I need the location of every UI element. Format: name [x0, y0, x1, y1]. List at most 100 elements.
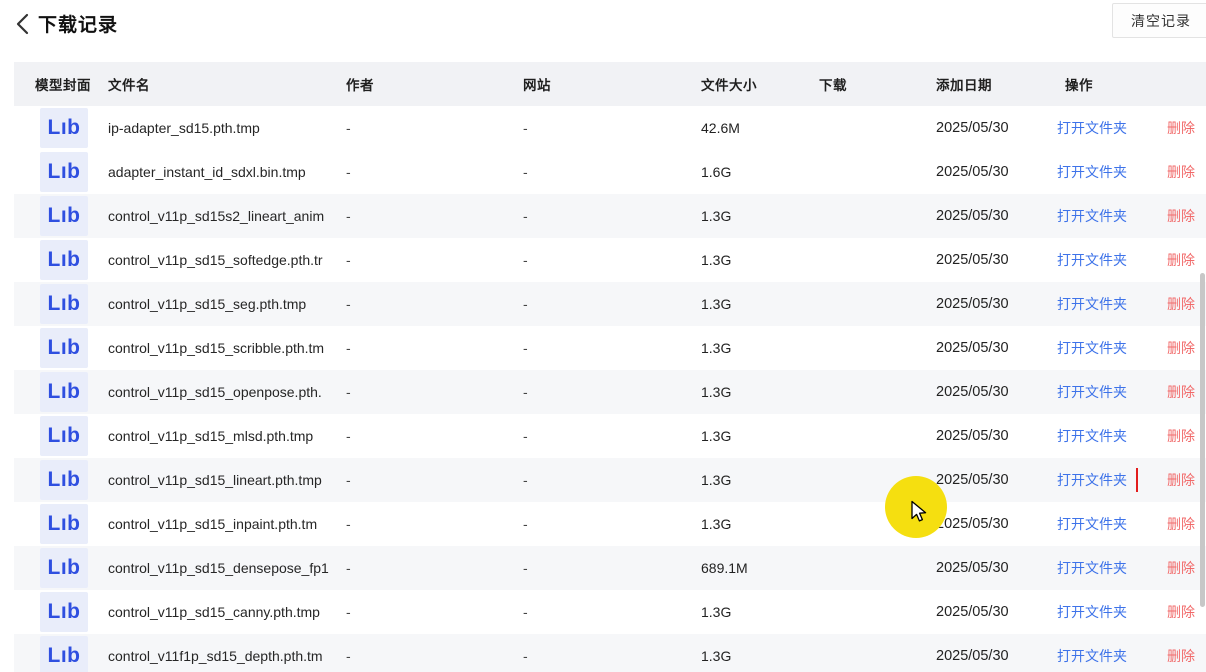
open-folder-link[interactable]: 打开文件夹 — [1050, 380, 1138, 404]
open-folder-link[interactable]: 打开文件夹 — [1050, 116, 1138, 140]
website-value: - — [517, 252, 695, 268]
clear-records-button[interactable]: 清空记录 — [1112, 3, 1206, 38]
delete-link[interactable]: 删除 — [1167, 294, 1195, 314]
website-value: - — [517, 296, 695, 312]
column-header-actions: 操作 — [1050, 74, 1206, 94]
author-value: - — [340, 472, 517, 488]
vertical-scrollbar-thumb[interactable] — [1200, 273, 1205, 607]
model-cover-badge: Lıb — [40, 372, 88, 412]
column-header-cover: 模型封面 — [14, 74, 108, 94]
table-row: Lıb control_v11p_sd15_softedge.pth.tr - … — [14, 238, 1206, 282]
table-row: Lıb control_v11p_sd15s2_lineart_anim - -… — [14, 194, 1206, 238]
author-value: - — [340, 208, 517, 224]
date-added-value: 2025/05/30 — [930, 164, 1050, 180]
column-header-author: 作者 — [340, 74, 517, 94]
open-folder-link[interactable]: 打开文件夹 — [1050, 336, 1138, 360]
column-header-website: 网站 — [517, 74, 695, 94]
delete-link[interactable]: 删除 — [1167, 558, 1195, 578]
delete-link[interactable]: 删除 — [1167, 338, 1195, 358]
file-name: control_v11f1p_sd15_depth.pth.tm — [108, 648, 340, 664]
file-name: control_v11p_sd15_densepose_fp1 — [108, 560, 340, 576]
file-name: control_v11p_sd15_inpaint.pth.tm — [108, 516, 340, 532]
column-header-date-added: 添加日期 — [930, 74, 1050, 94]
model-cover-badge: Lıb — [40, 592, 88, 632]
delete-link[interactable]: 删除 — [1167, 470, 1195, 490]
model-cover-badge: Lıb — [40, 636, 88, 672]
file-name: control_v11p_sd15_mlsd.pth.tmp — [108, 428, 340, 444]
open-folder-link[interactable]: 打开文件夹 — [1050, 468, 1138, 492]
table-row: Lıb control_v11p_sd15_openpose.pth. - - … — [14, 370, 1206, 414]
table-row: Lıb control_v11p_sd15_seg.pth.tmp - - 1.… — [14, 282, 1206, 326]
date-added-value: 2025/05/30 — [930, 340, 1050, 356]
model-cover-badge: Lıb — [40, 108, 88, 148]
website-value: - — [517, 648, 695, 664]
file-size-value: 42.6M — [695, 120, 813, 136]
table-row: Lıb control_v11p_sd15_scribble.pth.tm - … — [14, 326, 1206, 370]
website-value: - — [517, 516, 695, 532]
delete-link[interactable]: 删除 — [1167, 162, 1195, 182]
file-name: control_v11p_sd15_openpose.pth. — [108, 384, 340, 400]
model-cover-badge: Lıb — [40, 416, 88, 456]
model-cover-badge: Lıb — [40, 240, 88, 280]
author-value: - — [340, 252, 517, 268]
delete-link[interactable]: 删除 — [1167, 250, 1195, 270]
open-folder-link[interactable]: 打开文件夹 — [1050, 424, 1138, 448]
date-added-value: 2025/05/30 — [930, 252, 1050, 268]
date-added-value: 2025/05/30 — [930, 648, 1050, 664]
open-folder-link[interactable]: 打开文件夹 — [1050, 512, 1138, 536]
website-value: - — [517, 472, 695, 488]
open-folder-link[interactable]: 打开文件夹 — [1050, 556, 1138, 580]
column-header-download: 下载 — [813, 74, 930, 94]
delete-link[interactable]: 删除 — [1167, 514, 1195, 534]
author-value: - — [340, 340, 517, 356]
delete-link[interactable]: 删除 — [1167, 426, 1195, 446]
delete-link[interactable]: 删除 — [1167, 602, 1195, 622]
table-header-row: 模型封面 文件名 作者 网站 文件大小 下载 添加日期 操作 — [14, 62, 1206, 106]
open-folder-link[interactable]: 打开文件夹 — [1050, 600, 1138, 624]
date-added-value: 2025/05/30 — [930, 120, 1050, 136]
delete-link[interactable]: 删除 — [1167, 118, 1195, 138]
author-value: - — [340, 120, 517, 136]
date-added-value: 2025/05/30 — [930, 472, 1050, 488]
website-value: - — [517, 164, 695, 180]
author-value: - — [340, 296, 517, 312]
back-icon[interactable] — [14, 12, 32, 36]
file-size-value: 1.3G — [695, 252, 813, 268]
file-size-value: 1.3G — [695, 428, 813, 444]
file-name: control_v11p_sd15_lineart.pth.tmp — [108, 472, 340, 488]
table-row: Lıb control_v11p_sd15_canny.pth.tmp - - … — [14, 590, 1206, 634]
file-size-value: 1.3G — [695, 472, 813, 488]
table-row: Lıb control_v11p_sd15_inpaint.pth.tm - -… — [14, 502, 1206, 546]
model-cover-badge: Lıb — [40, 460, 88, 500]
open-folder-link[interactable]: 打开文件夹 — [1050, 160, 1138, 184]
date-added-value: 2025/05/30 — [930, 296, 1050, 312]
delete-link[interactable]: 删除 — [1167, 206, 1195, 226]
date-added-value: 2025/05/30 — [930, 560, 1050, 576]
delete-link[interactable]: 删除 — [1167, 646, 1195, 666]
table-row: Lıb ip-adapter_sd15.pth.tmp - - 42.6M 20… — [14, 106, 1206, 150]
top-bar: 下载记录 清空记录 — [0, 0, 1206, 62]
open-folder-link[interactable]: 打开文件夹 — [1050, 292, 1138, 316]
file-size-value: 1.3G — [695, 208, 813, 224]
table-row: Lıb control_v11f1p_sd15_depth.pth.tm - -… — [14, 634, 1206, 672]
table-body: Lıb ip-adapter_sd15.pth.tmp - - 42.6M 20… — [14, 106, 1206, 672]
file-name: ip-adapter_sd15.pth.tmp — [108, 120, 340, 136]
open-folder-link[interactable]: 打开文件夹 — [1050, 248, 1138, 272]
date-added-value: 2025/05/30 — [930, 516, 1050, 532]
author-value: - — [340, 428, 517, 444]
website-value: - — [517, 208, 695, 224]
delete-link[interactable]: 删除 — [1167, 382, 1195, 402]
table-row: Lıb control_v11p_sd15_densepose_fp1 - - … — [14, 546, 1206, 590]
open-folder-link[interactable]: 打开文件夹 — [1050, 644, 1138, 668]
model-cover-badge: Lıb — [40, 152, 88, 192]
open-folder-link[interactable]: 打开文件夹 — [1050, 204, 1138, 228]
website-value: - — [517, 384, 695, 400]
file-size-value: 1.3G — [695, 340, 813, 356]
file-name: control_v11p_sd15_softedge.pth.tr — [108, 252, 340, 268]
file-size-value: 1.3G — [695, 296, 813, 312]
file-size-value: 1.3G — [695, 516, 813, 532]
model-cover-badge: Lıb — [40, 504, 88, 544]
author-value: - — [340, 648, 517, 664]
model-cover-badge: Lıb — [40, 548, 88, 588]
file-name: control_v11p_sd15_seg.pth.tmp — [108, 296, 340, 312]
